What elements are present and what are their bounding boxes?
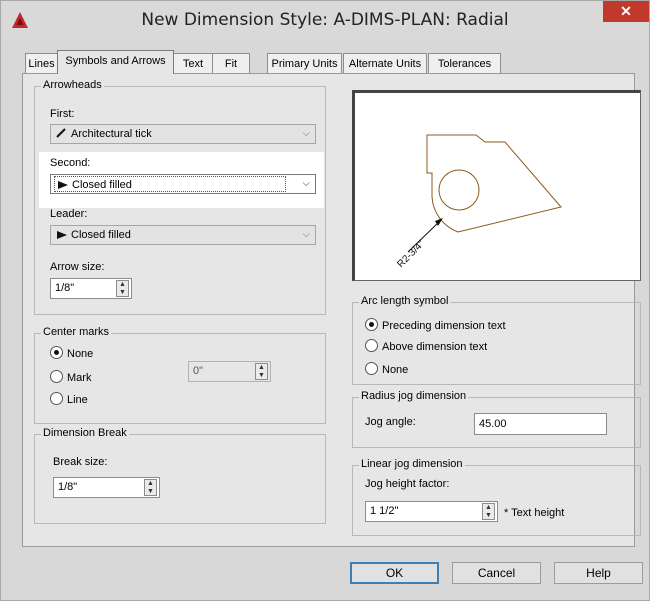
chevron-down-icon: ⌵ (302, 229, 310, 240)
break-size-spinner[interactable]: 1/8" ▲ ▼ (53, 477, 160, 498)
spin-up-icon[interactable]: ▲ (256, 364, 267, 372)
spin-down-icon[interactable]: ▼ (117, 289, 128, 297)
hole-circle (438, 169, 480, 211)
jog-angle-input[interactable]: 45.00 (474, 413, 607, 435)
center-mark-size-value: 0" (193, 365, 204, 377)
first-label: First: (50, 108, 75, 120)
spinner-buttons[interactable]: ▲ ▼ (144, 479, 157, 496)
window-title: New Dimension Style: A-DIMS-PLAN: Radial (141, 10, 509, 30)
close-button[interactable]: ✕ (603, 1, 649, 22)
radius-jog-title: Radius jog dimension (359, 390, 469, 402)
arc-length-title: Arc length symbol (359, 295, 451, 307)
spinner-buttons[interactable]: ▲ ▼ (482, 503, 495, 520)
cancel-button[interactable]: Cancel (452, 562, 541, 584)
center-mark-line-radio[interactable]: Line (50, 392, 88, 408)
spin-down-icon[interactable]: ▼ (256, 372, 267, 380)
first-arrowhead-select[interactable]: Architectural tick ⌵ (50, 124, 316, 144)
dimension-preview-drawing: R2-3/4" (395, 134, 562, 270)
dialog-window: New Dimension Style: A-DIMS-PLAN: Radial… (0, 0, 650, 601)
text-height-suffix: * Text height (504, 507, 565, 519)
radio-empty-icon (50, 392, 63, 405)
arc-above-label: Above dimension text (382, 341, 488, 353)
second-label: Second: (50, 157, 91, 169)
arrow-size-spinner[interactable]: 1/8" ▲ ▼ (50, 278, 132, 299)
spin-up-icon[interactable]: ▲ (483, 504, 494, 512)
closed-filled-arrow-icon (58, 181, 68, 189)
first-arrowhead-value: Architectural tick (56, 125, 152, 143)
arc-preceding-label: Preceding dimension text (382, 320, 506, 332)
center-mark-size-spinner[interactable]: 0" ▲ ▼ (188, 361, 271, 382)
center-marks-title: Center marks (41, 326, 112, 338)
arrow-size-label: Arrow size: (50, 261, 105, 273)
second-arrowhead-select[interactable]: Closed filled ⌵ (50, 174, 316, 194)
closed-filled-arrow-icon (57, 231, 67, 239)
spin-down-icon[interactable]: ▼ (483, 512, 494, 520)
radio-empty-icon (365, 339, 378, 352)
tab-lines[interactable]: Lines (25, 53, 58, 73)
center-mark-none-radio[interactable]: None (50, 346, 93, 362)
second-arrowhead-value: Closed filled (54, 176, 286, 192)
jog-angle-label: Jog angle: (365, 416, 416, 428)
center-mark-mark-label: Mark (67, 372, 92, 384)
tab-page: Arrowheads First: Architectural tick ⌵ S… (22, 73, 641, 547)
arrow-size-value: 1/8" (55, 282, 75, 294)
center-mark-none-label: None (67, 348, 94, 360)
part-outline (426, 134, 562, 233)
leader-arrowhead-select[interactable]: Closed filled ⌵ (50, 225, 316, 245)
title-bar: New Dimension Style: A-DIMS-PLAN: Radial… (1, 1, 649, 39)
spin-up-icon[interactable]: ▲ (145, 480, 156, 488)
radio-empty-icon (50, 370, 63, 383)
leader-arrowhead-text: Closed filled (71, 229, 131, 241)
dimension-break-title: Dimension Break (41, 427, 129, 439)
radio-selected-icon (50, 346, 63, 359)
spin-up-icon[interactable]: ▲ (117, 281, 128, 289)
radio-selected-icon (365, 318, 378, 331)
preview-pane: R2-3/4" (352, 90, 641, 281)
leader-label: Leader: (50, 208, 88, 220)
jog-height-factor-label: Jog height factor: (365, 478, 450, 490)
arc-above-radio[interactable]: Above dimension text (365, 339, 487, 355)
dimension-text: R2-3/4" (395, 238, 427, 270)
tab-symbols-and-arrows[interactable]: Symbols and Arrows (57, 50, 174, 74)
chevron-down-icon: ⌵ (302, 128, 310, 139)
center-mark-mark-radio[interactable]: Mark (50, 370, 91, 386)
second-arrowhead-text: Closed filled (72, 179, 132, 191)
arc-none-radio[interactable]: None (365, 362, 408, 378)
center-mark-line-label: Line (67, 394, 88, 406)
chevron-down-icon: ⌵ (302, 178, 310, 189)
help-button[interactable]: Help (554, 562, 643, 584)
tab-alternate-units[interactable]: Alternate Units (343, 53, 427, 73)
spinner-buttons[interactable]: ▲ ▼ (255, 363, 268, 380)
jog-height-factor-spinner[interactable]: 1 1/2" ▲ ▼ (365, 501, 498, 522)
spin-down-icon[interactable]: ▼ (145, 488, 156, 496)
break-size-label: Break size: (53, 456, 108, 468)
linear-jog-title: Linear jog dimension (359, 458, 465, 470)
arc-preceding-radio[interactable]: Preceding dimension text (365, 318, 506, 334)
first-arrowhead-text: Architectural tick (71, 128, 152, 140)
tab-text[interactable]: Text (173, 53, 213, 73)
leader-arrowhead-value: Closed filled (56, 226, 131, 244)
arrowheads-title: Arrowheads (41, 79, 104, 91)
tab-fit[interactable]: Fit (212, 53, 250, 73)
break-size-value: 1/8" (58, 481, 78, 493)
spinner-buttons[interactable]: ▲ ▼ (116, 280, 129, 297)
radio-empty-icon (365, 362, 378, 375)
jog-height-factor-value: 1 1/2" (370, 505, 399, 517)
ok-button[interactable]: OK (350, 562, 439, 584)
tab-primary-units[interactable]: Primary Units (267, 53, 342, 73)
architectural-tick-icon (56, 128, 66, 138)
arc-none-label: None (382, 364, 409, 376)
tab-tolerances[interactable]: Tolerances (428, 53, 501, 73)
